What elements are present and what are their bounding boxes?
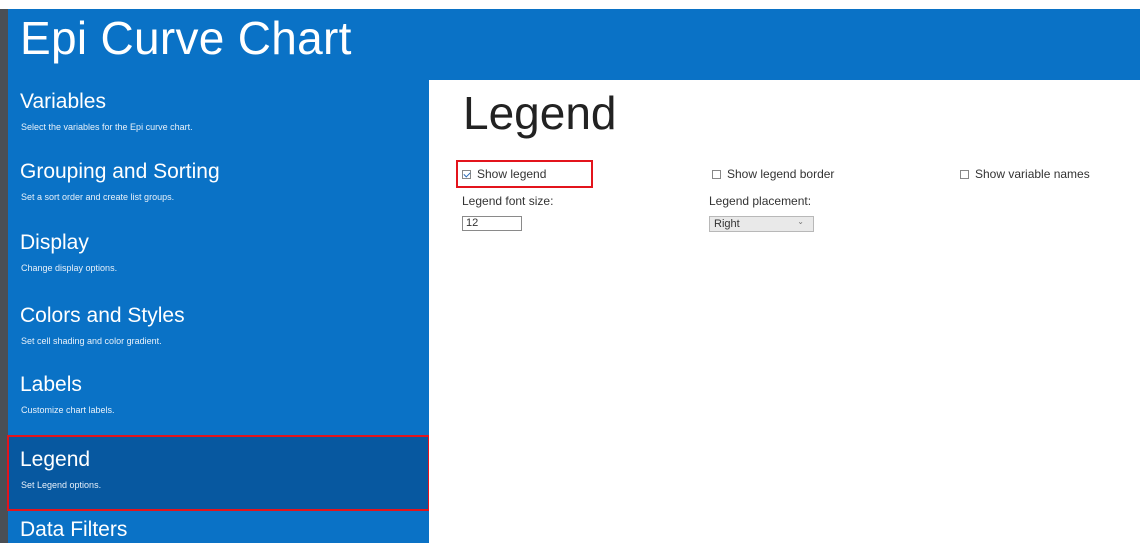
sidebar-item-display[interactable]: Display Change display options. <box>8 231 429 281</box>
page-title: Legend <box>463 87 617 139</box>
sidebar-item-data-filters[interactable]: Data Filters <box>8 516 429 543</box>
placement-label: Legend placement: <box>709 194 812 208</box>
epi-curve-chart-window: Epi Curve Chart Variables Select the var… <box>0 0 1140 543</box>
checkbox-icon <box>462 169 471 179</box>
show-variable-names-label: Show variable names <box>975 167 1090 181</box>
main-content: Legend Show legend Show legend border Sh… <box>429 80 1140 543</box>
font-size-input[interactable]: 12 <box>462 216 522 231</box>
show-legend-border-label: Show legend border <box>727 167 835 181</box>
sidebar-item-grouping-and-sorting[interactable]: Grouping and Sorting Set a sort order an… <box>8 160 429 210</box>
sidebar-item-description: Set cell shading and color gradient. <box>21 336 162 346</box>
sidebar-item-variables[interactable]: Variables Select the variables for the E… <box>8 90 429 140</box>
sidebar-item-description: Set a sort order and create list groups. <box>21 192 175 202</box>
placement-select[interactable]: Right ⌄ <box>709 216 814 232</box>
sidebar-item-label: Colors and Styles <box>20 304 185 327</box>
sidebar-left-edge <box>0 80 8 543</box>
checkbox-icon <box>712 169 721 179</box>
checkbox-icon <box>960 169 969 179</box>
show-legend-label: Show legend <box>477 167 547 181</box>
show-variable-names-checkbox[interactable]: Show variable names <box>960 167 1090 181</box>
sidebar-item-colors-and-styles[interactable]: Colors and Styles Set cell shading and c… <box>8 304 429 354</box>
font-size-label: Legend font size: <box>462 194 554 208</box>
sidebar-item-label: Labels <box>20 373 82 396</box>
sidebar-item-description: Set Legend options. <box>21 480 102 490</box>
sidebar-item-description: Select the variables for the Epi curve c… <box>21 122 193 132</box>
sidebar-item-label: Variables <box>20 90 106 113</box>
sidebar-item-description: Customize chart labels. <box>21 405 115 415</box>
caption-strip <box>0 0 1140 9</box>
sidebar-item-label: Legend <box>20 448 91 471</box>
sidebar-item-label: Display <box>20 231 89 254</box>
sidebar-item-label: Grouping and Sorting <box>20 160 220 183</box>
show-legend-checkbox[interactable]: Show legend <box>462 167 546 181</box>
sidebar-item-description: Change display options. <box>21 263 118 273</box>
sidebar: Variables Select the variables for the E… <box>0 80 430 543</box>
sidebar-item-labels[interactable]: Labels Customize chart labels. <box>8 373 429 423</box>
chevron-down-icon: ⌄ <box>797 217 804 226</box>
window-title: Epi Curve Chart <box>20 12 352 64</box>
placement-value: Right <box>714 218 740 230</box>
sidebar-item-label: Data Filters <box>20 518 128 541</box>
sidebar-item-legend[interactable]: Legend Set Legend options. <box>7 435 430 511</box>
title-bar: Epi Curve Chart <box>0 9 1140 543</box>
show-legend-border-checkbox[interactable]: Show legend border <box>712 167 834 181</box>
